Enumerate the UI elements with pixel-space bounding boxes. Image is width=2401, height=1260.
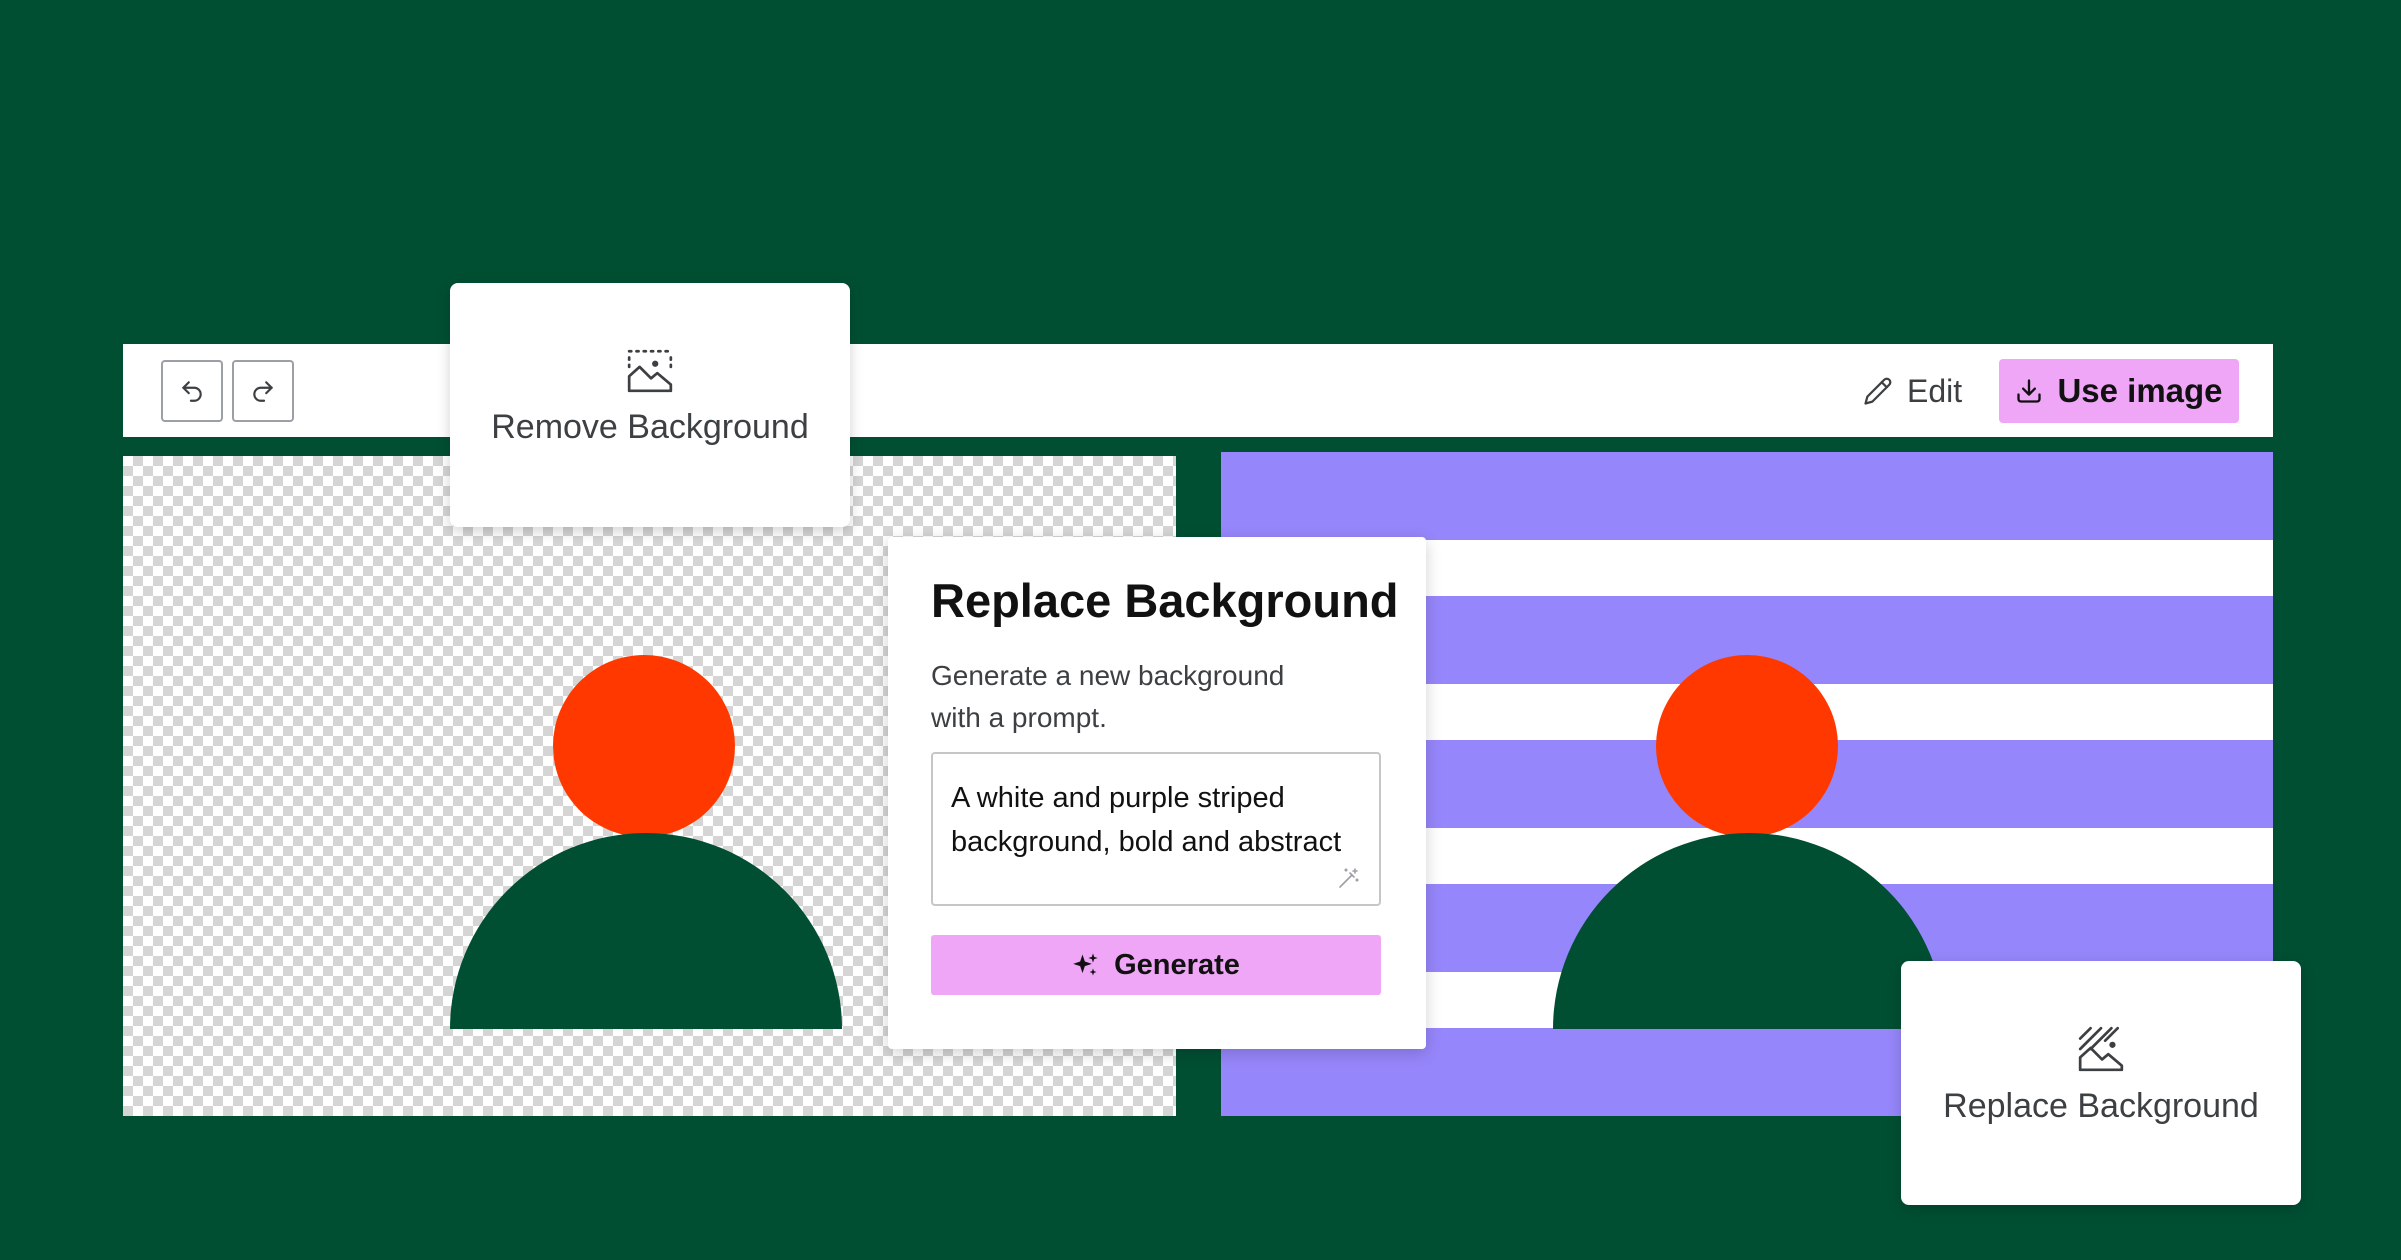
replace-background-card[interactable]: Replace Background xyxy=(1901,961,2301,1205)
prompt-input[interactable]: A white and purple striped background, b… xyxy=(931,752,1381,906)
redo-icon xyxy=(253,381,273,402)
avatar-body xyxy=(1553,833,1945,1029)
prompt-text[interactable]: A white and purple striped background, b… xyxy=(951,776,1371,864)
generate-label: Generate xyxy=(1114,948,1240,981)
undo-icon xyxy=(182,381,202,402)
use-image-button[interactable]: Use image xyxy=(1999,359,2239,423)
redo-button[interactable] xyxy=(232,360,294,422)
avatar-head xyxy=(553,655,735,837)
editor-toolbar: Edit Use image xyxy=(123,344,2273,437)
replace-background-dialog: Replace Background Generate a new backgr… xyxy=(888,537,1426,1049)
remove-background-icon xyxy=(627,349,673,393)
use-image-label: Use image xyxy=(2057,372,2223,409)
magic-wand-icon[interactable] xyxy=(1337,866,1361,890)
sparkle-icon xyxy=(1073,953,1098,976)
undo-button[interactable] xyxy=(161,360,223,422)
dialog-description: Generate a new background with a prompt. xyxy=(931,660,1285,733)
avatar-head xyxy=(1656,655,1838,837)
generate-button[interactable]: Generate xyxy=(931,935,1381,995)
download-icon xyxy=(2017,379,2042,403)
remove-background-label: Remove Background xyxy=(491,408,809,446)
remove-background-card[interactable]: Remove Background xyxy=(450,283,850,527)
avatar-body xyxy=(450,833,842,1029)
edit-button[interactable]: Edit xyxy=(1863,364,1962,418)
edit-label: Edit xyxy=(1907,372,1963,409)
pencil-icon xyxy=(1864,377,1892,405)
dialog-title: Replace Background xyxy=(931,574,1399,627)
replace-background-icon xyxy=(2078,1026,2124,1072)
replace-background-label: Replace Background xyxy=(1943,1087,2259,1125)
